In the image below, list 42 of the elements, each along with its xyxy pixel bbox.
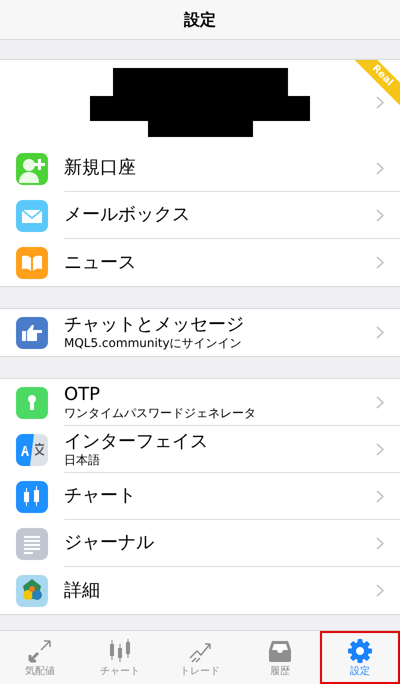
candlestick-icon [16,480,48,512]
chevron-icon [376,256,384,269]
row-subtitle: MQL5.communityにサインイン [64,336,243,351]
page-title: 設定 [184,8,216,30]
row-label: OTP [64,384,102,406]
row-label: 詳細 [64,580,101,602]
chevron-icon [376,536,384,550]
row-subtitle: 日本語 [64,452,101,468]
chevron-icon [376,396,384,408]
person-add-icon [16,152,48,184]
arrows-icon [27,638,53,664]
candlestick-icon [107,638,133,664]
mail-icon [16,200,48,232]
row-label: メールボックス [64,204,191,226]
settings-row[interactable]: チャットとメッセージ MQL5.communityにサインイン [0,309,400,356]
hand-icon [16,316,48,348]
chevron-icon [376,326,384,339]
settings-row[interactable]: チャート [0,473,400,520]
settings-row[interactable]: OTP ワンタイムパスワードジェネレータ [0,379,400,426]
row-label: チャート [64,485,137,507]
settings-row[interactable]: 詳細 [0,567,400,614]
chevron-icon [376,442,384,456]
book-icon [16,246,48,278]
tab[interactable]: 設定 [320,631,400,684]
chevron-icon [376,162,384,174]
keyhole-icon [16,386,48,418]
journal-icon [16,528,48,560]
row-label: 新規口座 [64,157,137,179]
settings-row[interactable]: ジャーナル [0,520,400,567]
row-label: ジャーナル [64,532,155,554]
row-label: チャットとメッセージ [64,314,245,336]
chevron-icon [376,96,384,109]
logo-icon [16,574,48,606]
settings-icon [347,638,373,664]
chevron-icon [376,490,384,502]
chevron-icon [376,208,384,222]
row-label: ニュース [64,252,137,274]
row-subtitle: ワンタイムパスワードジェネレータ [64,406,257,420]
settings-row[interactable]: インターフェイス 日本語 [0,426,400,473]
chevron-icon [376,584,384,597]
row-label: インターフェイス [64,430,209,452]
translate-icon [16,434,48,466]
